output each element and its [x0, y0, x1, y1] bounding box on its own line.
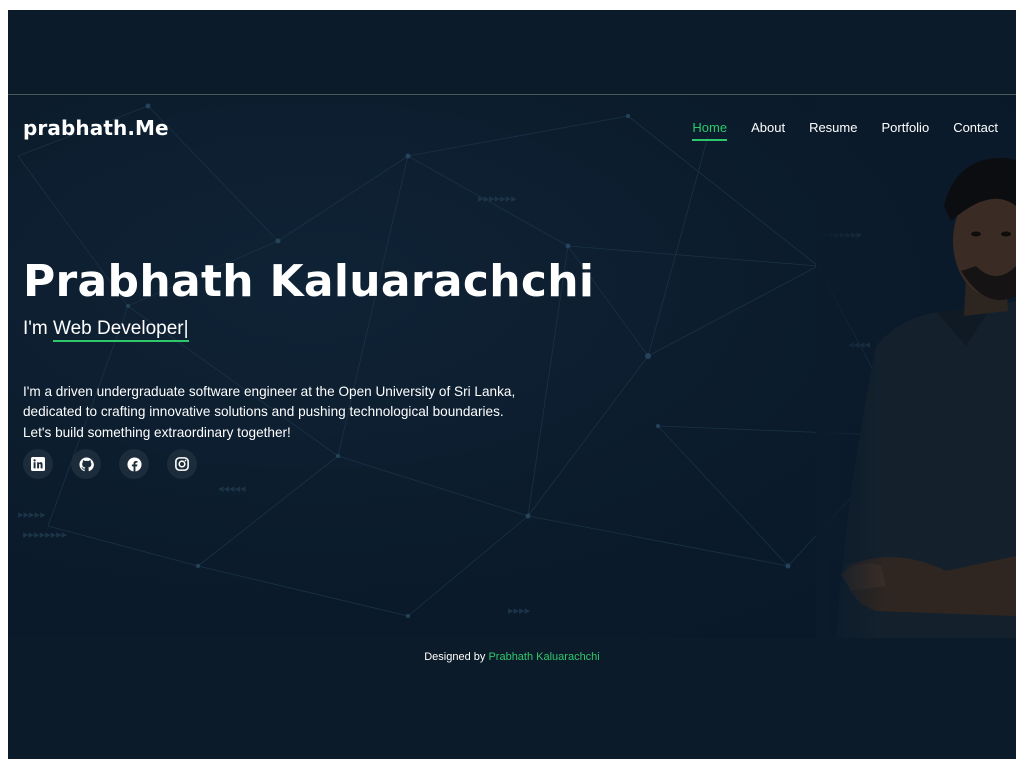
typing-caret: | [183, 318, 189, 339]
page-frame: ▸▸▸▸▸▸▸ ▸▸▸▸▸▸▸▸ ◂◂◂◂ ◂◂◂◂◂ ▸▸▸▸▸ ▸▸▸▸▸▸… [8, 10, 1016, 759]
main-nav: Home About Resume Portfolio Contact [668, 120, 998, 141]
svg-text:◂◂◂◂◂: ◂◂◂◂◂ [218, 482, 246, 495]
footer-credit: Designed by Prabhath Kaluarachchi [8, 651, 1016, 663]
nav-portfolio[interactable]: Portfolio [881, 120, 929, 141]
svg-text:▸▸▸▸: ▸▸▸▸ [508, 604, 531, 617]
github-icon [78, 456, 94, 471]
footer: Designed by Prabhath Kaluarachchi [8, 638, 1016, 759]
nav-contact[interactable]: Contact [953, 120, 998, 141]
facebook-link[interactable] [119, 449, 149, 479]
nav-resume[interactable]: Resume [809, 120, 857, 141]
hero-subtitle: I'm Web Developer| [23, 318, 189, 342]
top-band [8, 10, 1016, 95]
instagram-link[interactable] [167, 449, 197, 479]
github-link[interactable] [71, 449, 101, 479]
portrait-image [816, 96, 1016, 638]
linkedin-icon [31, 457, 45, 471]
nav-home[interactable]: Home [692, 120, 727, 141]
hero-description: I'm a driven undergraduate software engi… [23, 383, 516, 440]
linkedin-link[interactable] [23, 449, 53, 479]
facebook-icon [126, 456, 142, 472]
hero-title: Prabhath Kaluarachchi [23, 256, 595, 307]
footer-prefix: Designed by [424, 651, 486, 663]
svg-text:▸▸▸▸▸▸▸: ▸▸▸▸▸▸▸ [478, 192, 517, 205]
subtitle-prefix: I'm [23, 318, 48, 339]
typed-role: Web Developer| [53, 318, 189, 342]
social-links [23, 449, 197, 479]
svg-text:▸▸▸▸▸▸▸▸: ▸▸▸▸▸▸▸▸ [23, 528, 68, 541]
typed-role-text: Web Developer [53, 318, 184, 339]
svg-text:▸▸▸▸▸: ▸▸▸▸▸ [18, 508, 46, 521]
footer-author-link[interactable]: Prabhath Kaluarachchi [488, 651, 599, 663]
instagram-icon [175, 457, 189, 471]
nav-about[interactable]: About [751, 120, 785, 141]
hero-section: ▸▸▸▸▸▸▸ ▸▸▸▸▸▸▸▸ ◂◂◂◂ ◂◂◂◂◂ ▸▸▸▸▸ ▸▸▸▸▸▸… [8, 96, 1016, 638]
site-logo[interactable]: prabhath.Me [23, 116, 169, 140]
